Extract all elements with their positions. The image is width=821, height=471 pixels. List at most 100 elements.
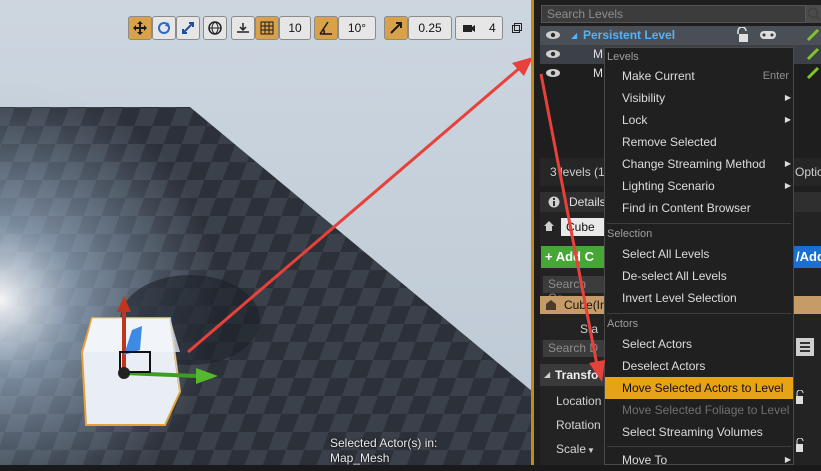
pencil-icon[interactable] — [806, 47, 820, 64]
add-component-button[interactable]: + Add C — [541, 246, 605, 268]
submenu-arrow-icon: ▶ — [784, 181, 791, 190]
menu-item-label: Make Current — [622, 69, 695, 83]
menu-item-label: Deselect Actors — [622, 359, 706, 373]
eye-icon[interactable] — [545, 28, 561, 45]
scale-label[interactable]: Scale — [556, 442, 586, 456]
expand-arrow-icon[interactable]: ◢ — [571, 31, 577, 40]
transform-header[interactable]: ◢ Transfo — [540, 364, 604, 386]
submenu-arrow-icon: ▶ — [784, 93, 791, 102]
menu-item-label: De-select All Levels — [622, 269, 727, 283]
scale-snap-value[interactable]: 0.25 — [408, 16, 452, 40]
menu-item-label: Select Actors — [622, 337, 693, 351]
menu-item-make-current[interactable]: Make Current Enter — [605, 65, 793, 87]
world-local-button[interactable] — [203, 16, 227, 40]
search-icon[interactable] — [806, 5, 821, 23]
levels-count: 3 levels (1 — [550, 165, 605, 179]
actor-name-input[interactable]: Cube — [561, 218, 604, 236]
menu-item-label: Move Selected Actors to Level — [622, 381, 784, 395]
move-icon — [132, 20, 148, 36]
menu-item-lighting-scenario[interactable]: Lighting Scenario ▶ — [605, 175, 793, 197]
gamepad-icon[interactable] — [759, 29, 777, 44]
menu-item-change-streaming-method[interactable]: Change Streaming Method ▶ — [605, 153, 793, 175]
menu-item-select-streaming-volumes[interactable]: Select Streaming Volumes — [605, 421, 793, 443]
menu-item-visibility[interactable]: Visibility ▶ — [605, 87, 793, 109]
scale-tool-button[interactable] — [176, 16, 200, 40]
menu-item-shortcut: Enter — [762, 70, 789, 82]
level-row-persistent[interactable]: ◢ Persistent Level — [540, 26, 821, 45]
rotation-label[interactable]: Rotation — [556, 418, 601, 432]
submenu-arrow-icon: ▶ — [784, 115, 791, 124]
menu-item-label: Lock — [622, 113, 648, 127]
menu-item-move-selected-foliage-to-level: Move Selected Foliage to Level — [605, 399, 793, 421]
maximize-icon[interactable] — [512, 22, 522, 33]
menu-item-label: Change Streaming Method — [622, 157, 766, 171]
surface-snap-button[interactable] — [231, 16, 255, 40]
pencil-icon[interactable] — [806, 66, 820, 83]
world-icon — [207, 20, 223, 36]
menu-item-invert-level-selection[interactable]: Invert Level Selection — [605, 287, 793, 309]
collapse-arrow-icon: ◢ — [544, 370, 551, 379]
level-viewport[interactable]: 10 10° 0.25 4 Selected Actor(s) in: Map_… — [0, 0, 533, 465]
menu-item-deselect-actors[interactable]: Deselect Actors — [605, 355, 793, 377]
rotation-snap-toggle[interactable] — [314, 16, 338, 40]
level-name: M — [593, 66, 603, 80]
view-options-icon[interactable] — [796, 338, 814, 359]
status-line-1: Selected Actor(s) in: — [330, 436, 438, 450]
scale-dropdown-icon[interactable]: ▼ — [587, 446, 595, 455]
search-details-input[interactable]: Search D — [543, 340, 604, 357]
search-components-input[interactable]: Search Co — [543, 276, 604, 305]
menu-item-label: Lighting Scenario — [622, 179, 715, 193]
rotate-icon — [156, 20, 172, 36]
persistent-level-label: Persistent Level — [583, 28, 676, 42]
info-icon — [548, 196, 560, 211]
menu-item-move-to[interactable]: Move To ▶ — [605, 449, 793, 471]
submenu-arrow-icon: ▶ — [784, 159, 791, 168]
surface-snap-icon — [235, 20, 251, 36]
eye-icon[interactable] — [545, 47, 561, 64]
lock-icon[interactable] — [794, 437, 804, 457]
location-label[interactable]: Location — [556, 394, 601, 408]
details-tab-label: Details — [569, 195, 606, 209]
lock-icon[interactable] — [735, 26, 749, 46]
camera-speed-button[interactable]: 4 — [455, 16, 503, 40]
lock-icon[interactable] — [794, 389, 804, 409]
menu-item-move-selected-actors-to-level[interactable]: Move Selected Actors to Level — [605, 377, 793, 399]
menu-section-selection: Selection — [607, 228, 653, 240]
menu-item-select-all-levels[interactable]: Select All Levels — [605, 243, 793, 265]
viewport-scene — [0, 0, 533, 465]
menu-item-label: Select All Levels — [622, 247, 710, 261]
camera-speed-value: 4 — [488, 21, 496, 35]
viewport-status: Selected Actor(s) in: Map_Mesh — [330, 436, 437, 465]
menu-section-actors: Actors — [607, 318, 639, 330]
transform-header-label: Transfo — [555, 368, 599, 382]
camera-icon — [462, 22, 476, 34]
rotation-snap-value[interactable]: 10° — [338, 16, 376, 40]
menu-separator — [607, 223, 791, 224]
eye-icon[interactable] — [545, 66, 561, 83]
menu-item-label: Select Streaming Volumes — [622, 425, 763, 439]
menu-item-select-actors[interactable]: Select Actors — [605, 333, 793, 355]
options-button[interactable]: Optio — [795, 165, 821, 179]
pencil-icon[interactable] — [806, 28, 820, 45]
menu-item-label: Find in Content Browser — [622, 201, 751, 215]
menu-item-remove-selected[interactable]: Remove Selected — [605, 131, 793, 153]
blueprint-button[interactable]: /Add — [794, 246, 821, 268]
grid-snap-value[interactable]: 10 — [279, 16, 311, 40]
status-line-2: Map_Mesh — [330, 451, 390, 465]
move-tool-button[interactable] — [128, 16, 152, 40]
menu-item-find-in-content-browser[interactable]: Find in Content Browser — [605, 197, 793, 219]
menu-item-deselect-all-levels[interactable]: De-select All Levels — [605, 265, 793, 287]
scale-snap-toggle[interactable] — [384, 16, 408, 40]
level-name: M — [593, 47, 603, 61]
rotate-tool-button[interactable] — [152, 16, 176, 40]
menu-item-label: Remove Selected — [622, 135, 717, 149]
component-row-root[interactable]: Cube(In — [540, 296, 607, 314]
levels-search-input[interactable]: Search Levels — [541, 5, 806, 23]
scale-icon — [180, 20, 196, 36]
menu-separator — [607, 313, 791, 314]
menu-separator — [607, 446, 791, 447]
component-row-root-right — [794, 296, 821, 314]
component-child[interactable]: Sta — [580, 322, 598, 336]
grid-snap-toggle[interactable] — [255, 16, 279, 40]
menu-item-lock[interactable]: Lock ▶ — [605, 109, 793, 131]
